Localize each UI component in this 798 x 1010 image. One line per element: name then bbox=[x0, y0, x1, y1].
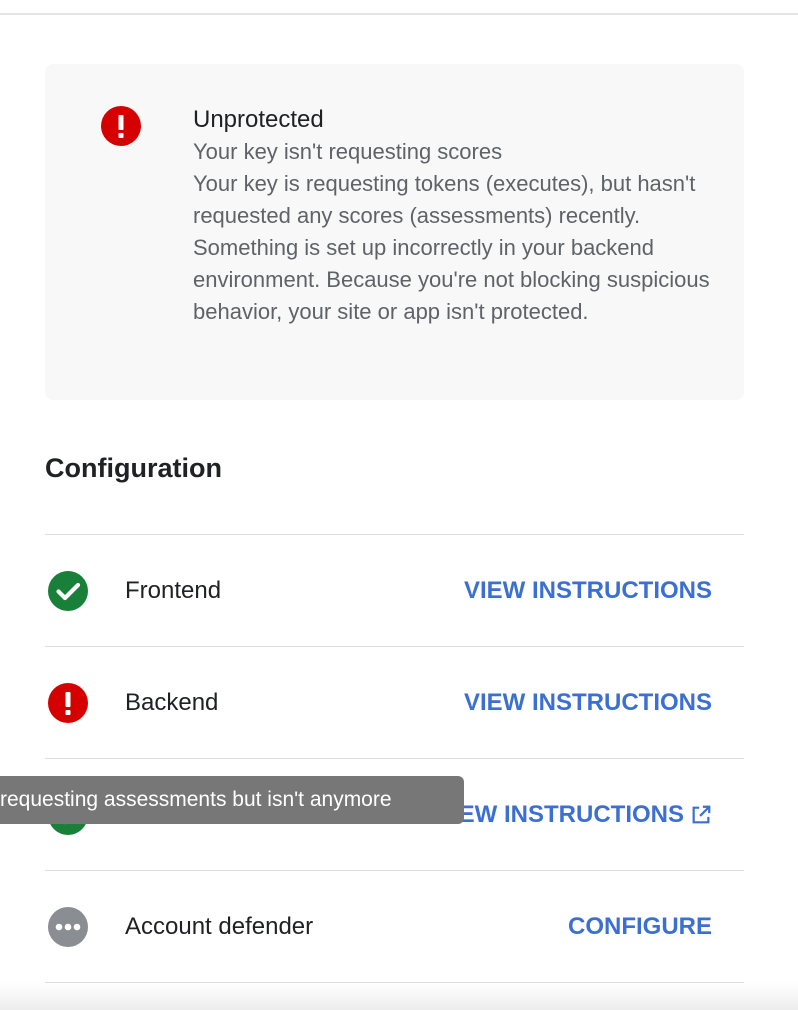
error-icon bbox=[101, 106, 141, 146]
tooltip-text: requesting assessments but isn't anymore bbox=[0, 788, 392, 811]
configuration-title: Configuration bbox=[45, 453, 222, 483]
top-divider bbox=[0, 13, 798, 15]
alert-subtitle: Your key isn't requesting scores bbox=[193, 139, 503, 164]
action-label: VIEW INSTRUCTIONS bbox=[435, 801, 684, 828]
action-label: VIEW INSTRUCTIONS bbox=[463, 689, 712, 716]
error-icon bbox=[48, 683, 88, 723]
check-circle-icon bbox=[48, 571, 88, 611]
config-label-frontend: Frontend bbox=[125, 577, 222, 604]
view-instructions-backend-button[interactable]: VIEW INSTRUCTIONS bbox=[464, 687, 712, 719]
config-row-account-defender: Account defender CONFIGURE bbox=[45, 870, 744, 983]
more-horiz-icon bbox=[48, 907, 88, 947]
view-instructions-actions-link[interactable]: VIEW INSTRUCTIONS bbox=[436, 799, 712, 831]
config-label-account-defender: Account defender bbox=[125, 913, 314, 940]
view-instructions-frontend-button[interactable]: VIEW INSTRUCTIONS bbox=[464, 575, 712, 607]
open-in-new-icon bbox=[692, 805, 711, 824]
config-row-frontend: Frontend VIEW INSTRUCTIONS bbox=[45, 534, 744, 646]
bottom-fade bbox=[0, 982, 798, 1010]
config-label-backend: Backend bbox=[125, 689, 219, 716]
configure-account-defender-button[interactable]: CONFIGURE bbox=[568, 911, 712, 943]
status-tooltip: requesting assessments but isn't anymore bbox=[0, 776, 464, 824]
alert-text: Unprotected Your key isn't requesting sc… bbox=[193, 104, 723, 328]
action-label: CONFIGURE bbox=[568, 913, 712, 940]
action-label: VIEW INSTRUCTIONS bbox=[463, 577, 712, 604]
unprotected-alert-card: Unprotected Your key isn't requesting sc… bbox=[45, 64, 744, 400]
configuration-list: Frontend VIEW INSTRUCTIONS Backend VIEW … bbox=[45, 534, 744, 983]
alert-title: Unprotected bbox=[193, 106, 324, 133]
config-row-backend: Backend VIEW INSTRUCTIONS bbox=[45, 646, 744, 758]
alert-body: Your key is requesting tokens (executes)… bbox=[193, 171, 710, 324]
